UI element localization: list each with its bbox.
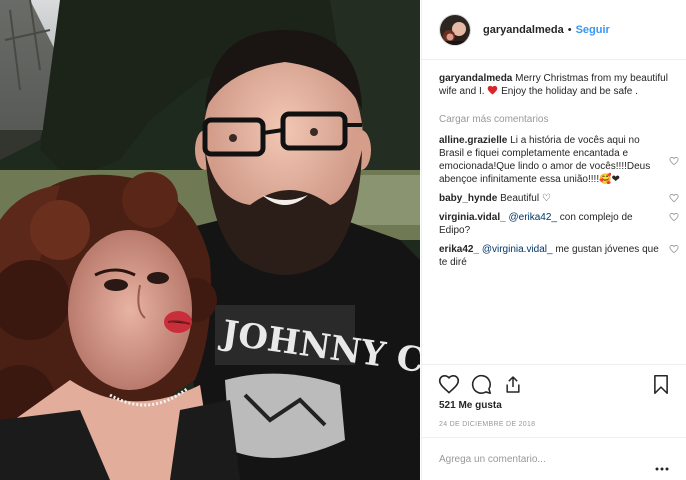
comment-input[interactable] bbox=[439, 453, 639, 465]
comment-icon[interactable] bbox=[471, 374, 492, 400]
post-photo[interactable]: JOHNNY CASH bbox=[0, 0, 420, 480]
comment-username[interactable]: virginia.vidal_ bbox=[439, 212, 506, 223]
comment-item: virginia.vidal_ @erika42_ con complejo d… bbox=[439, 211, 679, 237]
likes-count[interactable]: 521 Me gusta bbox=[439, 400, 502, 411]
heart-icon[interactable] bbox=[438, 374, 460, 399]
comment-username[interactable]: baby_hynde bbox=[439, 193, 497, 204]
comment-username[interactable]: alline.grazielle bbox=[439, 135, 507, 146]
post-header: garyandalmeda • Seguir bbox=[422, 0, 686, 60]
add-comment-bar bbox=[422, 437, 686, 480]
comment-username[interactable]: erika42_ bbox=[439, 244, 479, 255]
comments-section: garyandalmeda Merry Christmas from my be… bbox=[439, 72, 679, 275]
share-icon[interactable] bbox=[503, 374, 523, 400]
avatar[interactable] bbox=[439, 13, 471, 46]
comment-item: erika42_ @virginia.vidal_ me gustan jóve… bbox=[439, 243, 679, 269]
comment-item: alline.grazielle Li a história de vocês … bbox=[439, 134, 679, 186]
red-heart-icon bbox=[487, 85, 498, 99]
more-options-icon[interactable] bbox=[655, 458, 669, 476]
avatar-image bbox=[440, 14, 470, 45]
like-comment-icon[interactable] bbox=[669, 212, 679, 226]
follow-button[interactable]: Seguir bbox=[576, 24, 610, 36]
post-username[interactable]: garyandalmeda bbox=[483, 24, 564, 36]
separator-dot: • bbox=[567, 23, 572, 36]
comment-item: baby_hynde Beautiful ♡ bbox=[439, 192, 679, 205]
like-comment-icon[interactable] bbox=[669, 193, 679, 207]
post-image: JOHNNY CASH bbox=[0, 0, 420, 480]
caption-username[interactable]: garyandalmeda bbox=[439, 73, 512, 84]
post-date[interactable]: 24 DE DICIEMBRE DE 2018 bbox=[439, 421, 535, 428]
comment-mention[interactable]: @erika42_ bbox=[508, 212, 557, 223]
post-sidebar: garyandalmeda • Seguir garyandalmeda Mer… bbox=[421, 0, 686, 480]
load-more-comments-button[interactable]: Cargar más comentarios bbox=[439, 113, 675, 126]
like-comment-icon[interactable] bbox=[669, 244, 679, 258]
action-bar bbox=[422, 364, 686, 404]
comment-emoji: 🥰❤ bbox=[599, 174, 620, 185]
caption: garyandalmeda Merry Christmas from my be… bbox=[439, 72, 675, 99]
bookmark-icon[interactable] bbox=[652, 374, 670, 400]
caption-text-after: Enjoy the holiday and be safe . bbox=[498, 86, 638, 97]
comment-text: Beautiful ♡ bbox=[497, 193, 551, 204]
like-comment-icon[interactable] bbox=[669, 156, 679, 170]
comment-mention[interactable]: @virginia.vidal_ bbox=[482, 244, 553, 255]
